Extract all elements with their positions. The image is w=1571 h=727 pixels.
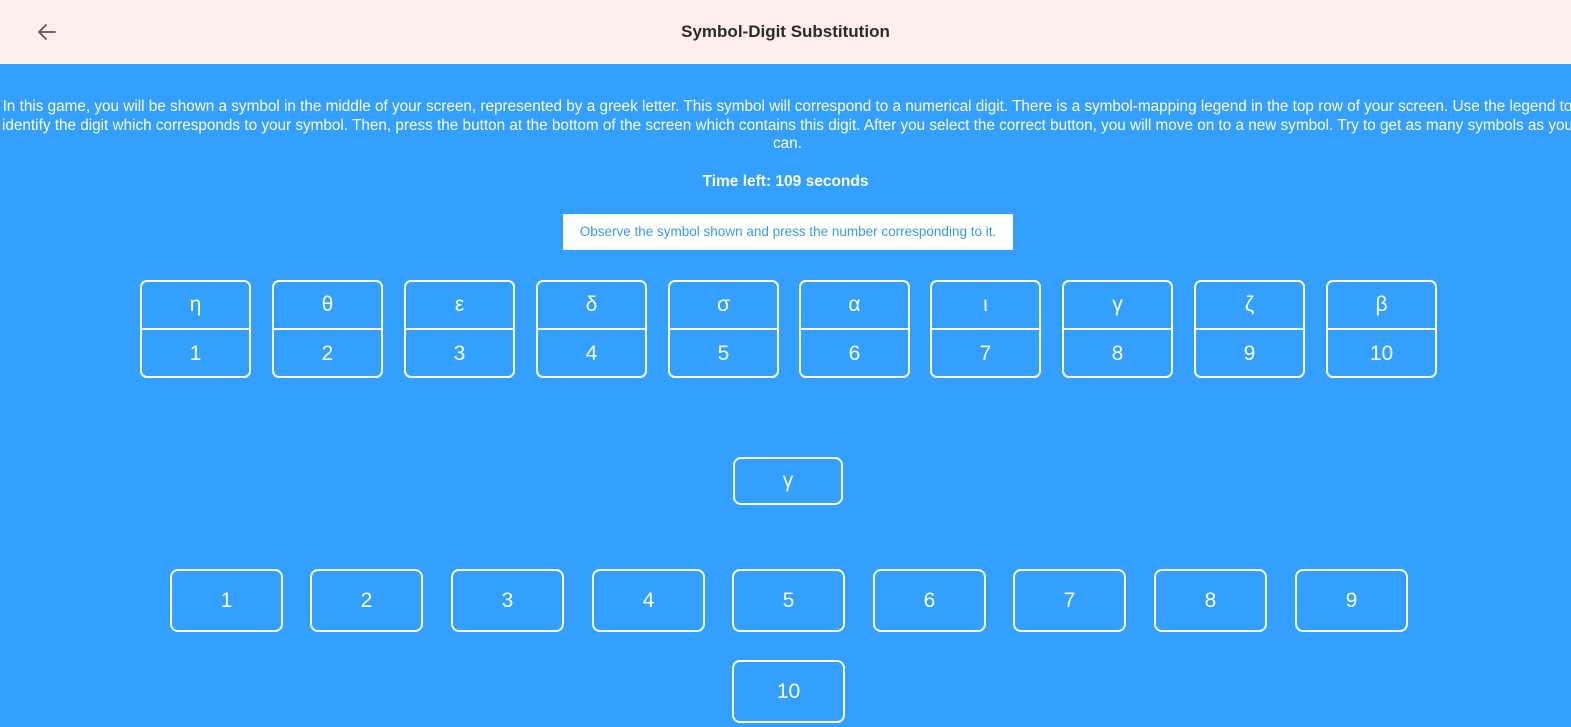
back-button[interactable] <box>30 16 64 48</box>
legend-digit: 6 <box>848 342 861 365</box>
time-left: Time left: 109 seconds <box>702 173 869 190</box>
instructions-text: In this game, you will be shown a symbol… <box>2 98 1571 152</box>
legend-symbol: θ <box>274 282 381 330</box>
legend-card: η 1 <box>140 280 251 378</box>
answer-button-2[interactable]: 2 <box>310 569 423 632</box>
legend-digit: 9 <box>1243 342 1256 365</box>
answer-button-1[interactable]: 1 <box>170 569 283 632</box>
answer-button-4[interactable]: 4 <box>592 569 705 632</box>
answer-button-9[interactable]: 9 <box>1295 569 1408 632</box>
answer-button-10[interactable]: 10 <box>732 660 845 723</box>
legend-symbol: ε <box>406 282 513 330</box>
legend-digit: 2 <box>321 342 334 365</box>
legend-digit: 8 <box>1111 342 1124 365</box>
answer-button-6[interactable]: 6 <box>873 569 986 632</box>
legend-card: ε 3 <box>404 280 515 378</box>
answer-button-7[interactable]: 7 <box>1013 569 1126 632</box>
legend-symbol: α <box>801 282 908 330</box>
legend-digit: 7 <box>979 342 992 365</box>
answer-button-5[interactable]: 5 <box>732 569 845 632</box>
legend-symbol: ι <box>932 282 1039 330</box>
legend-card: δ 4 <box>536 280 647 378</box>
legend-card: γ 8 <box>1062 280 1173 378</box>
current-symbol: γ <box>733 457 843 505</box>
legend-symbol: δ <box>538 282 645 330</box>
legend-card: ζ 9 <box>1194 280 1305 378</box>
legend-symbol: γ <box>1064 282 1171 330</box>
hint-box: Observe the symbol shown and press the n… <box>563 214 1013 250</box>
page-title: Symbol-Digit Substitution <box>681 22 890 41</box>
legend-symbol: σ <box>670 282 777 330</box>
answer-button-8[interactable]: 8 <box>1154 569 1267 632</box>
legend-card: α 6 <box>799 280 910 378</box>
app-header: Symbol-Digit Substitution <box>0 0 1571 64</box>
arrow-left-icon <box>38 24 56 40</box>
legend-symbol: β <box>1328 282 1435 330</box>
legend-digit: 3 <box>453 342 466 365</box>
legend-card: θ 2 <box>272 280 383 378</box>
legend-digit: 10 <box>1369 342 1394 365</box>
legend-digit: 4 <box>585 342 598 365</box>
legend-symbol: η <box>142 282 249 330</box>
legend-card: σ 5 <box>668 280 779 378</box>
legend-digit: 1 <box>189 342 202 365</box>
answer-button-3[interactable]: 3 <box>451 569 564 632</box>
legend-symbol: ζ <box>1196 282 1303 330</box>
legend-card: β 10 <box>1326 280 1437 378</box>
legend-digit: 5 <box>717 342 730 365</box>
legend-card: ι 7 <box>930 280 1041 378</box>
